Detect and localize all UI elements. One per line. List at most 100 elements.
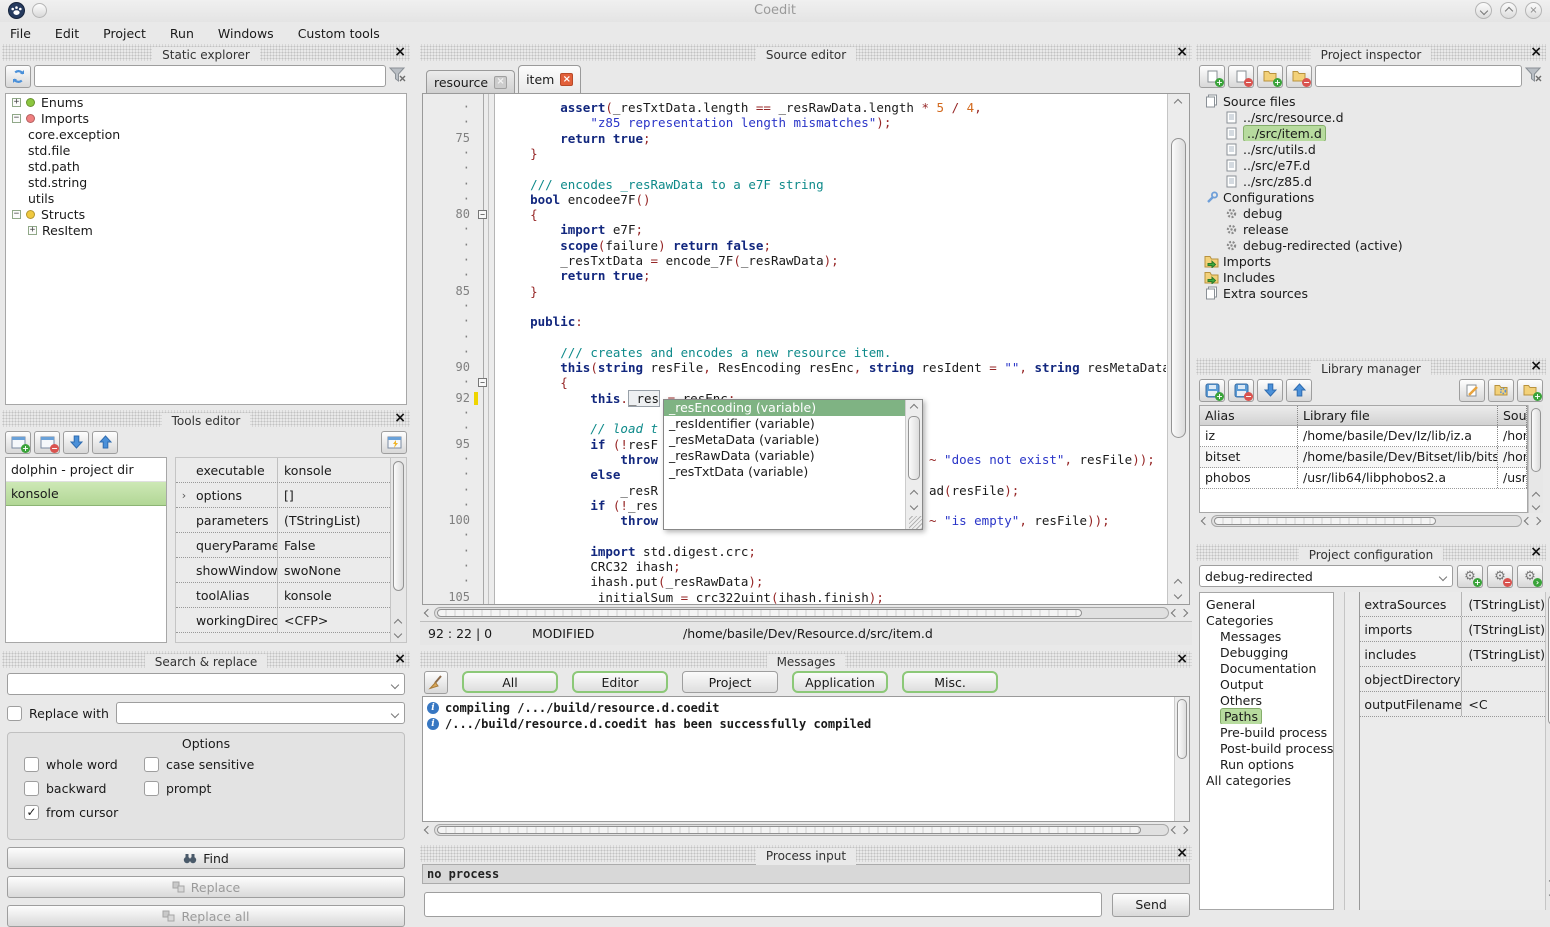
tools-props-scrollbar[interactable] [390, 458, 406, 642]
tool-property-row[interactable]: queryParametersFalse [176, 533, 390, 558]
message-line[interactable]: icompiling /.../build/resource.d.coedit [423, 700, 1189, 716]
from-cursor-option[interactable]: ✓from cursor [24, 805, 144, 820]
tree-item-std-string[interactable]: std.string [6, 174, 406, 190]
tree-item-std-file[interactable]: std.file [6, 142, 406, 158]
library-row[interactable]: phobos/usr/lib64/libphobos2.a/usr [1200, 468, 1527, 489]
completion-scrollbar[interactable] [905, 400, 922, 529]
tool-property-row[interactable]: parameters(TStringList) [176, 508, 390, 533]
editor-tab-resource[interactable]: resource× [426, 70, 515, 93]
project-tree-item[interactable]: debug-redirected (active) [1199, 237, 1543, 253]
library-horizontal-scrollbar[interactable] [1199, 513, 1543, 529]
filter-icon[interactable] [389, 67, 407, 86]
config-category-pre-build-process[interactable]: Pre-build process [1200, 724, 1333, 740]
property-value[interactable]: <C [1462, 697, 1545, 712]
config-category-others[interactable]: Others [1200, 692, 1333, 708]
project-tree-item[interactable]: ../src/z85.d [1199, 173, 1543, 189]
tree-item-enums[interactable]: +Enums [6, 94, 406, 110]
project-tree-item[interactable]: Includes [1199, 269, 1543, 285]
message-line[interactable]: i/.../build/resource.d.coedit has been s… [423, 716, 1189, 732]
completion-item[interactable]: _resRawData (variable) [664, 448, 905, 464]
tab-close-icon[interactable]: × [494, 76, 507, 89]
project-tree-item[interactable]: ../src/e7F.d [1199, 157, 1543, 173]
library-vertical-scrollbar[interactable] [1528, 405, 1543, 513]
add-tool-button[interactable]: + [5, 431, 31, 454]
clear-messages-button[interactable] [424, 671, 448, 694]
close-icon[interactable]: × [394, 410, 406, 426]
close-icon[interactable]: × [1176, 44, 1188, 60]
tree-item-resitem[interactable]: +ResItem [6, 222, 406, 238]
fold-collapse-icon[interactable]: − [478, 378, 487, 387]
add-source-button[interactable]: + [1199, 65, 1225, 88]
menu-custom-tools[interactable]: Custom tools [298, 26, 380, 41]
scan-folder-button[interactable] [1488, 379, 1514, 402]
config-property-row[interactable]: outputFilename<C [1360, 692, 1545, 717]
collapse-icon[interactable]: − [12, 210, 21, 219]
tool-property-row[interactable]: workingDirectory<CFP> [176, 608, 390, 633]
library-row[interactable]: iz/home/basile/Dev/Iz/lib/iz.a/home [1200, 426, 1527, 447]
tree-item-structs[interactable]: −Structs [6, 206, 406, 222]
config-property-row[interactable]: includes(TStringList) [1360, 642, 1545, 667]
config-property-row[interactable]: imports(TStringList) [1360, 617, 1545, 642]
replace-all-button[interactable]: Replace all [7, 905, 405, 927]
run-tool-button[interactable] [381, 431, 407, 454]
replace-with-combobox[interactable] [116, 702, 405, 724]
project-tree-item[interactable]: Source files [1199, 93, 1543, 109]
close-icon[interactable]: × [1530, 544, 1542, 560]
property-expander[interactable]: › [176, 489, 192, 502]
expand-icon[interactable]: + [12, 98, 21, 107]
messages-tab-project[interactable]: Project [682, 671, 778, 693]
remove-configuration-button[interactable]: ⚙− [1487, 565, 1513, 588]
tree-item-imports[interactable]: −Imports [6, 110, 406, 126]
clone-configuration-button[interactable]: ⚙› [1517, 565, 1543, 588]
tree-item-utils[interactable]: utils [6, 190, 406, 206]
config-category-run-options[interactable]: Run options [1200, 756, 1333, 772]
whole-word-option[interactable]: whole word [24, 757, 144, 772]
remove-tool-button[interactable]: − [34, 431, 60, 454]
tab-close-icon[interactable]: × [560, 73, 573, 86]
menu-windows[interactable]: Windows [218, 26, 274, 41]
config-category-documentation[interactable]: Documentation [1200, 660, 1333, 676]
editor-horizontal-scrollbar[interactable] [422, 605, 1190, 621]
code-area[interactable]: ··75····80····85····90·92··95····100····… [422, 94, 1190, 605]
move-tool-down-button[interactable] [63, 431, 89, 454]
config-property-row[interactable]: extraSources(TStringList) [1360, 592, 1545, 617]
collapse-icon[interactable]: − [12, 114, 21, 123]
messages-tab-misc[interactable]: Misc. [902, 671, 998, 693]
messages-horizontal-scrollbar[interactable] [422, 822, 1190, 838]
config-category-general[interactable]: General [1200, 596, 1333, 612]
property-value[interactable]: swoNone [278, 563, 390, 578]
close-icon[interactable]: × [1525, 2, 1542, 19]
config-category-all-categories[interactable]: All categories [1200, 772, 1333, 788]
property-value[interactable]: konsole [278, 588, 390, 603]
backward-option[interactable]: backward [24, 781, 144, 796]
add-library-folder-button[interactable]: + [1517, 379, 1543, 402]
project-tree-item[interactable]: Imports [1199, 253, 1543, 269]
property-value[interactable]: (TStringList) [278, 513, 390, 528]
menu-file[interactable]: File [10, 26, 31, 41]
config-props-scrollbar[interactable] [1545, 592, 1550, 910]
messages-tab-application[interactable]: Application [792, 671, 888, 693]
messages-tab-editor[interactable]: Editor [572, 671, 668, 693]
config-category-categories[interactable]: Categories [1200, 612, 1333, 628]
property-value[interactable]: (TStringList) [1462, 647, 1545, 662]
property-value[interactable]: False [278, 538, 390, 553]
project-tree-item[interactable]: ../src/resource.d [1199, 109, 1543, 125]
project-tree-item[interactable]: release [1199, 221, 1543, 237]
config-category-debugging[interactable]: Debugging [1200, 644, 1333, 660]
property-value[interactable]: (TStringList) [1462, 622, 1545, 637]
remove-folder-button[interactable]: − [1286, 65, 1312, 88]
add-library-button[interactable]: + [1199, 379, 1225, 402]
symbol-filter-input[interactable] [34, 65, 386, 87]
minimize-icon[interactable] [1475, 2, 1492, 19]
move-library-up-button[interactable] [1286, 379, 1312, 402]
close-icon[interactable]: × [1530, 44, 1542, 60]
menu-run[interactable]: Run [170, 26, 194, 41]
tool-item[interactable]: konsole [6, 482, 166, 506]
edit-library-button[interactable] [1459, 379, 1485, 402]
replace-with-checkbox[interactable] [7, 706, 22, 721]
refresh-button[interactable] [5, 65, 31, 88]
close-icon[interactable]: × [394, 44, 406, 60]
menu-project[interactable]: Project [103, 26, 146, 41]
tree-item-core-exception[interactable]: core.exception [6, 126, 406, 142]
search-term-combobox[interactable] [7, 673, 405, 695]
